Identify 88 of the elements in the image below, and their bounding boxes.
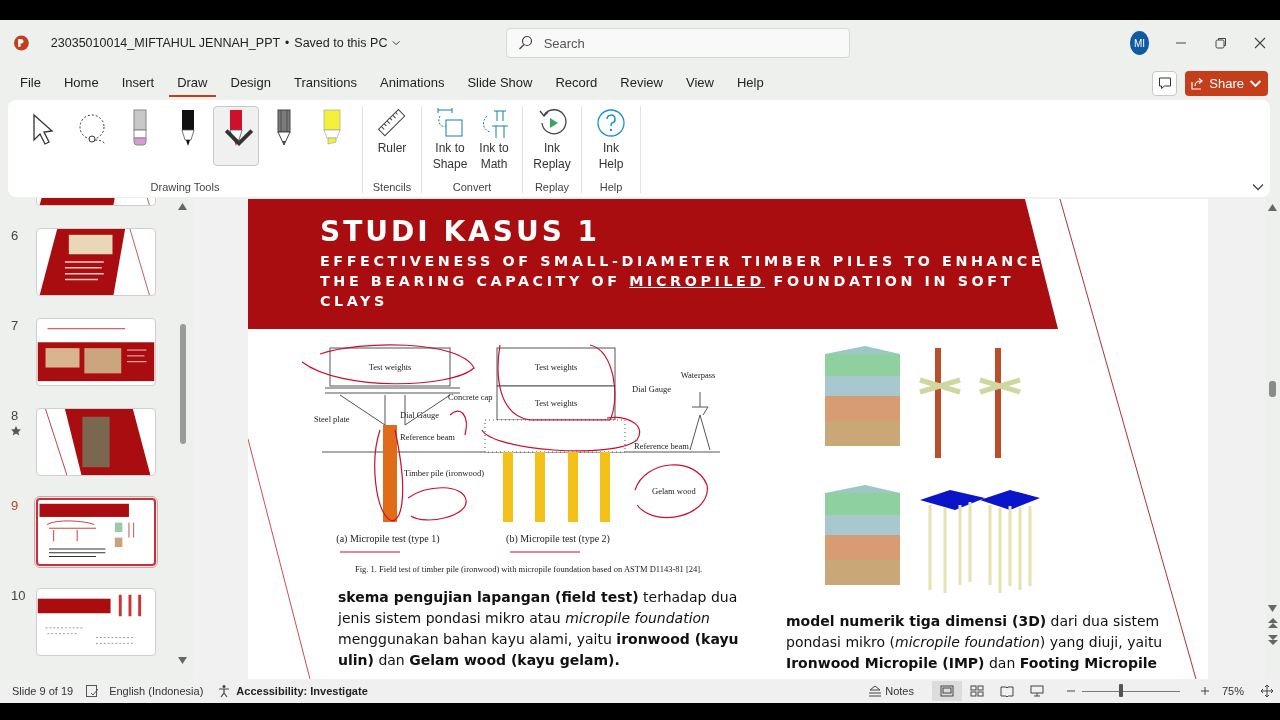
slide-number: 6: [11, 228, 19, 243]
ribbon-button[interactable]: Ink Replay: [531, 106, 573, 178]
diagram-label: Waterpass: [680, 370, 716, 380]
group-label: Drawing Tools: [150, 181, 220, 193]
menu-tab[interactable]: Slide Show: [459, 69, 541, 97]
group-label: Help: [599, 181, 623, 193]
ribbon-button[interactable]: Ruler: [371, 106, 413, 178]
slide-subtitle: EFFECTIVENESS OF SMALL-DIAMETER TIMBER PILES TO ENHANCE THE BEARING CAPACITY OF MICROPILED FOUNDATION IN SOFT CLAYS: [320, 252, 1046, 311]
diagram-label: Timber pile (ironwood): [404, 468, 484, 478]
diagram-label: Test weights: [534, 398, 578, 408]
slide-show-icon: [1030, 685, 1044, 697]
menu-tab[interactable]: Design: [222, 69, 279, 97]
share-icon: [1191, 76, 1205, 90]
search-icon: [517, 35, 533, 50]
diagram-label: (a) Micropile test (type 1): [336, 533, 440, 544]
spelling-check-icon[interactable]: [85, 684, 100, 698]
menu-tab[interactable]: View: [678, 69, 722, 97]
menu-tab[interactable]: Home: [55, 69, 107, 97]
diagram-label: Dial Gauge: [400, 410, 439, 420]
ribbon-button[interactable]: Ink to Math: [473, 106, 515, 178]
slide-sorter-icon: [970, 685, 984, 697]
help-icon: [595, 106, 627, 140]
account-avatar[interactable]: MI: [1129, 31, 1150, 55]
slide-number: 7: [11, 318, 19, 333]
menu-tab[interactable]: Help: [728, 69, 772, 97]
notes-button[interactable]: Notes: [868, 684, 914, 698]
app-logo-icon: [14, 34, 29, 52]
previous-slide-icon[interactable]: [1267, 617, 1278, 629]
diagram-label: Concrete cap: [448, 392, 493, 402]
menu-tab[interactable]: Animations: [372, 69, 453, 97]
file-name: 23035010014_MIFTAHUL JENNAH_PPT: [50, 36, 281, 50]
restore-icon: [1214, 37, 1227, 49]
group-label: Replay: [534, 181, 570, 193]
comments-button[interactable]: [1152, 70, 1178, 96]
slide-paragraph: skema pengujian lapangan (field test) terhadap dua jenis sistem pondasi mikro atau micropile foundation menggunakan bahan kayu alami, yaitu ironwood (kayu ulin) dan Gelam wood (kayu gelam).: [338, 588, 740, 670]
pen-tool[interactable]: [213, 106, 259, 166]
normal-view-icon: [940, 685, 954, 697]
reading-view-icon: [1000, 685, 1014, 697]
diagram-label: Test weights: [534, 362, 578, 372]
slide-number: 8: [11, 408, 19, 423]
scrollbar-thumb[interactable]: [179, 324, 186, 444]
menu-tab[interactable]: Record: [547, 69, 606, 97]
diagram-label: Test weights: [368, 362, 412, 372]
scroll-up-icon[interactable]: [178, 203, 187, 210]
figure-caption: Fig. 1. Field test of timber pile (ironwood) with micropile foundation based on ASTM D1143-81 [24].: [355, 564, 703, 574]
slide-paragraph: model numerik tiga dimensi (3D) dari dua sistem pondasi mikro (micropile foundation) yang diuji, yaitu Ironwood Micropile (IMP) dan Footing Micropile: [786, 612, 1164, 673]
zoom-slider-thumb[interactable]: [1119, 684, 1124, 697]
menu-tab[interactable]: Review: [612, 69, 671, 97]
share-button[interactable]: Share: [1185, 70, 1268, 96]
caret-icon[interactable]: [392, 40, 401, 46]
diagram-label: (b) Micropile test (type 2): [506, 533, 610, 544]
diagram-label: Steel plate: [314, 414, 350, 424]
menu-tab[interactable]: Draw: [169, 69, 216, 97]
menu-tab[interactable]: File: [12, 69, 49, 97]
next-slide-icon[interactable]: [1267, 634, 1278, 646]
language-indicator[interactable]: English (Indonesia): [109, 685, 204, 697]
menu-tab[interactable]: Transitions: [285, 69, 366, 97]
slide-thumbnail[interactable]: [36, 498, 156, 566]
accessibility-status[interactable]: Accessibility: Investigate: [236, 685, 368, 697]
scroll-down-icon[interactable]: [1268, 605, 1277, 612]
ribbon-button[interactable]: Ink to Shape: [429, 106, 471, 178]
fit-to-window-icon[interactable]: [1260, 684, 1274, 698]
accessibility-icon[interactable]: [217, 684, 232, 698]
scroll-up-icon[interactable]: [1268, 204, 1277, 211]
scrollbar-thumb[interactable]: [1269, 381, 1276, 397]
ribbon-button[interactable]: Ink Help: [590, 106, 632, 178]
save-status: Saved to this PC: [294, 36, 388, 50]
notes-icon: [868, 684, 883, 698]
diagram-label: Gelam wood: [652, 486, 696, 496]
comment-icon: [1157, 76, 1172, 90]
zoom-level[interactable]: 75%: [1222, 685, 1260, 697]
scroll-down-icon[interactable]: [178, 657, 187, 664]
group-label: Convert: [452, 181, 492, 193]
collapse-ribbon-icon[interactable]: [1252, 183, 1264, 191]
menu-tab[interactable]: Insert: [113, 69, 163, 97]
diagram-label: Reference beam: [634, 441, 689, 451]
close-icon: [1254, 37, 1267, 49]
search-field[interactable]: Search: [505, 28, 850, 58]
slide-number: 9: [11, 498, 19, 513]
group-label: Stencils: [372, 181, 412, 193]
ink-to-shape-icon: [434, 106, 466, 140]
title-separator: •: [285, 36, 290, 50]
zoom-in-icon[interactable]: [1200, 686, 1210, 696]
diagram-label: Dial Gauge: [632, 384, 671, 394]
diagram-label: Reference beam: [400, 432, 455, 442]
slide-title: STUDI KASUS 1: [320, 215, 601, 248]
slide-number: 10: [11, 588, 26, 603]
slide-indicator: Slide 9 of 19: [12, 685, 74, 697]
